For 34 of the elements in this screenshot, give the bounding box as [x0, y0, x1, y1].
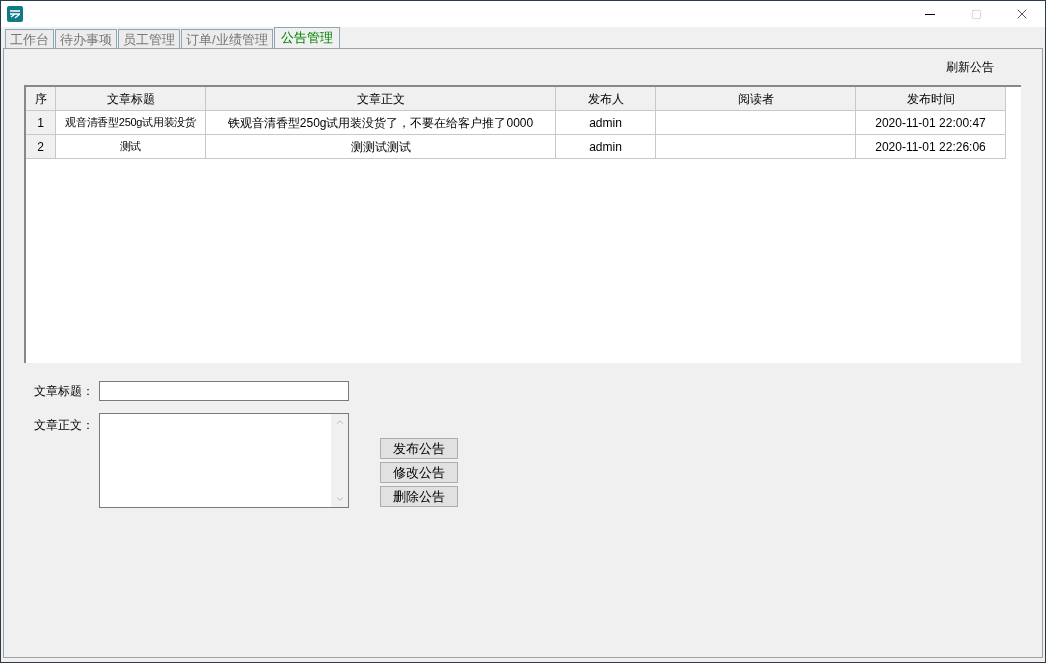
- table-cell: admin: [556, 111, 656, 135]
- column-header: 阅读者: [656, 87, 856, 111]
- tab[interactable]: 工作台: [5, 29, 54, 48]
- table-cell: 测试: [56, 135, 206, 159]
- tab[interactable]: 公告管理: [273, 27, 340, 48]
- table-cell: 2020-11-01 22:00:47: [856, 111, 1006, 135]
- field-label: 文章正文：: [34, 417, 95, 434]
- tab[interactable]: 待办事项: [55, 29, 117, 48]
- body-textarea[interactable]: [99, 413, 349, 508]
- table-cell: admin: [556, 135, 656, 159]
- maximize-icon: [970, 8, 982, 20]
- column-header: 发布时间: [856, 87, 1006, 111]
- scroll-down-icon[interactable]: [334, 494, 345, 504]
- action-button[interactable]: 修改公告: [380, 462, 458, 483]
- table-cell: 2: [26, 135, 56, 159]
- column-header: 发布人: [556, 87, 656, 111]
- tab[interactable]: 员工管理: [118, 29, 180, 48]
- title-input[interactable]: [99, 381, 349, 401]
- column-header: 文章标题: [56, 87, 206, 111]
- action-button[interactable]: 发布公告: [380, 438, 458, 459]
- minimize-icon: [925, 13, 935, 15]
- table-cell: 测测试测试: [206, 135, 556, 159]
- column-header: 文章正文: [206, 87, 556, 111]
- table-cell: 观音清香型250g试用装没货: [56, 111, 206, 135]
- tab[interactable]: 订单/业绩管理: [181, 29, 273, 48]
- table-cell: 1: [26, 111, 56, 135]
- field-label: 文章标题：: [34, 383, 95, 400]
- app-logo-icon: [7, 6, 23, 22]
- action-button[interactable]: 删除公告: [380, 486, 458, 507]
- scroll-up-icon[interactable]: [334, 417, 345, 427]
- table-cell: 铁观音清香型250g试用装没货了，不要在给客户推了0000: [206, 111, 556, 135]
- refresh-button[interactable]: 刷新公告: [946, 58, 994, 76]
- column-header: 序: [26, 87, 56, 111]
- table-cell: 2020-11-01 22:26:06: [856, 135, 1006, 159]
